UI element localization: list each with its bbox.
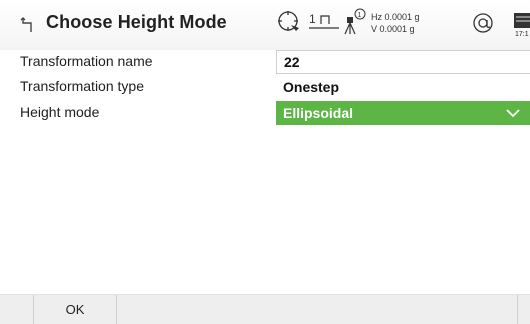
transformation-type-value: Onestep — [283, 79, 340, 95]
softkey-bar: OK — [0, 294, 530, 324]
hz-readout: Hz 0.0001 g — [371, 12, 420, 22]
face-i-icon: 1 — [309, 12, 339, 34]
ok-button-label: OK — [65, 302, 85, 317]
row-height-mode: Height mode Ellipsoidal — [0, 101, 530, 125]
height-mode-select[interactable]: Ellipsoidal — [276, 101, 530, 125]
transformation-type-label: Transformation type — [20, 78, 144, 94]
row-transformation-name: Transformation name 22 — [0, 50, 530, 74]
back-arrow-icon[interactable] — [20, 17, 34, 33]
title-bar: Choose Height Mode 1 1 Hz 0.0001 g V 0.0… — [0, 0, 530, 50]
angle-resolution-readout: Hz 0.0001 g V 0.0001 g — [371, 11, 420, 35]
clock-time: 17:1 — [515, 31, 529, 38]
height-mode-label: Height mode — [20, 104, 100, 120]
crosshair-target-icon — [278, 11, 299, 31]
page-title: Choose Height Mode — [46, 12, 227, 32]
height-mode-value: Ellipsoidal — [283, 105, 354, 121]
instrument-height-icon: 1 — [344, 8, 366, 35]
ok-button[interactable]: OK — [33, 295, 117, 324]
reflector-at-icon — [473, 13, 493, 33]
v-readout: V 0.0001 g — [371, 24, 415, 34]
softkey-f6[interactable] — [517, 295, 530, 324]
transformation-name-field[interactable]: 22 — [276, 50, 530, 74]
svg-text:1: 1 — [358, 12, 362, 19]
transformation-name-label: Transformation name — [20, 53, 153, 69]
row-transformation-type: Transformation type Onestep — [0, 75, 530, 99]
battery-icon — [513, 12, 530, 29]
chevron-down-icon — [506, 109, 520, 118]
